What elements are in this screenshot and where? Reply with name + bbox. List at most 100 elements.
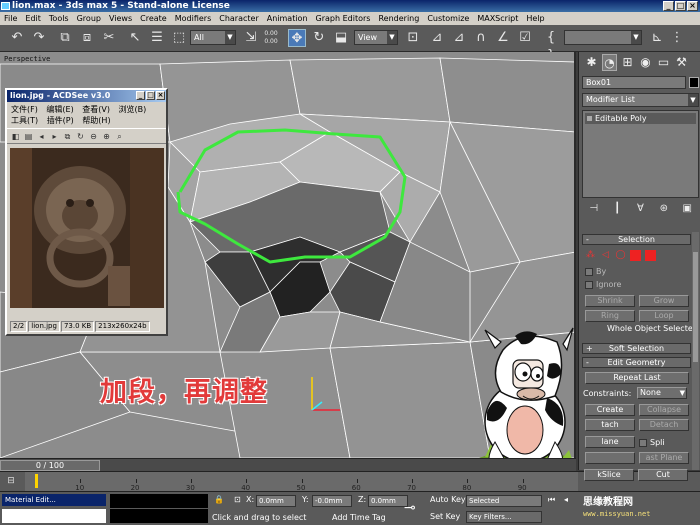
- object-name-field[interactable]: Box01: [582, 76, 686, 89]
- repeat-last-button[interactable]: Repeat Last: [585, 372, 689, 384]
- acdsee-menu-browse[interactable]: 浏览(B): [119, 105, 147, 114]
- selection-filter-dropdown[interactable]: All ▼: [190, 30, 236, 45]
- minimize-button[interactable]: _: [663, 1, 674, 11]
- menu-tools[interactable]: Tools: [49, 14, 69, 23]
- attach-button[interactable]: tach: [585, 419, 635, 431]
- acdsee-menu-edit[interactable]: 编辑(E): [46, 105, 73, 114]
- make-unique-icon[interactable]: ∀: [633, 202, 647, 216]
- y-coordinate-field[interactable]: -0.0mm: [312, 495, 352, 507]
- display-tab-icon[interactable]: ▭: [656, 54, 671, 71]
- mirror-icon[interactable]: ⊿: [428, 29, 446, 47]
- maxscript-listener-field[interactable]: [2, 509, 106, 523]
- array-icon[interactable]: ⋮: [668, 29, 686, 47]
- menu-maxscript[interactable]: MAXScript: [477, 14, 518, 23]
- create-tab-icon[interactable]: ✱: [584, 54, 599, 71]
- reference-coordinate-dropdown[interactable]: View ▼: [354, 30, 398, 45]
- time-slider-thumb[interactable]: 0 / 100: [0, 460, 100, 471]
- select-move-icon[interactable]: ✥: [288, 29, 306, 47]
- unlink-icon[interactable]: ⧈: [78, 29, 96, 47]
- menu-modifiers[interactable]: Modifiers: [175, 14, 212, 23]
- acdsee-title-bar[interactable]: lion.jpg - ACDSee v3.0 _ □ ×: [7, 90, 166, 102]
- menu-animation[interactable]: Animation: [267, 14, 308, 23]
- select-rotate-icon[interactable]: ↻: [310, 29, 328, 47]
- modify-tab-icon[interactable]: ◔: [602, 54, 617, 71]
- collapse-button[interactable]: Collapse: [639, 404, 689, 416]
- acdsee-minimize-button[interactable]: _: [136, 91, 145, 100]
- previous-frame-icon[interactable]: ◂: [564, 495, 568, 504]
- polygon-icon[interactable]: [630, 250, 641, 261]
- acdsee-menu-view[interactable]: 查看(V): [82, 105, 110, 114]
- maximize-button[interactable]: □: [675, 1, 686, 11]
- acdsee-menu-help[interactable]: 帮助(H): [82, 116, 110, 125]
- browse-icon[interactable]: ◧: [10, 131, 21, 142]
- mirror-tool-icon[interactable]: ⊾: [648, 29, 666, 47]
- object-color-swatch[interactable]: [689, 77, 699, 88]
- close-button[interactable]: ×: [687, 1, 698, 11]
- quickslice-button[interactable]: kSlice: [584, 469, 634, 481]
- grow-button[interactable]: Grow: [639, 295, 689, 307]
- select-object-icon[interactable]: ↖: [126, 29, 144, 47]
- zoom-out-icon[interactable]: ⊖: [88, 131, 99, 142]
- x-coordinate-field[interactable]: 0.0mm: [256, 495, 296, 507]
- pivot-center-icon[interactable]: ⊡: [404, 29, 422, 47]
- refresh-icon[interactable]: ↻: [75, 131, 86, 142]
- acdsee-menu-file[interactable]: 文件(F): [11, 105, 38, 114]
- element-icon[interactable]: [645, 250, 656, 261]
- menu-graph-editors[interactable]: Graph Editors: [316, 14, 371, 23]
- select-scale-icon[interactable]: ⬓: [332, 29, 350, 47]
- create-button[interactable]: Create: [585, 404, 635, 416]
- acdsee-menu-plugins[interactable]: 插件(P): [47, 116, 74, 125]
- border-icon[interactable]: ◯: [615, 250, 626, 261]
- acdsee-close-button[interactable]: ×: [156, 91, 165, 100]
- z-coordinate-field[interactable]: 0.0mm: [368, 495, 408, 507]
- named-selection-icon[interactable]: { }: [542, 29, 560, 63]
- menu-file[interactable]: File: [4, 14, 17, 23]
- spinner-snap-readout[interactable]: 0.00 0.00: [262, 30, 280, 48]
- vertex-icon[interactable]: ⁂: [585, 250, 596, 261]
- loop-button[interactable]: Loop: [639, 310, 689, 322]
- soft-selection-rollout-header[interactable]: + Soft Selection: [582, 343, 691, 354]
- acdsee-menu-tools[interactable]: 工具(T): [11, 116, 38, 125]
- percent-snap-icon[interactable]: ☑: [516, 29, 534, 47]
- menu-character[interactable]: Character: [219, 14, 259, 23]
- undo-icon[interactable]: ↶: [8, 29, 26, 47]
- command-panel-scrollbar[interactable]: [692, 232, 699, 470]
- menu-customize[interactable]: Customize: [427, 14, 469, 23]
- acdsee-maximize-button[interactable]: □: [146, 91, 155, 100]
- stack-item-editable-poly[interactable]: Editable Poly: [585, 113, 696, 124]
- modifier-list-dropdown[interactable]: Modifier List ▼: [582, 93, 699, 107]
- menu-views[interactable]: Views: [109, 14, 132, 23]
- add-time-tag-button[interactable]: Add Time Tag: [332, 513, 386, 522]
- selection-rollout-header[interactable]: - Selection: [582, 234, 691, 245]
- ignore-backfacing-checkbox[interactable]: Ignore: [585, 280, 621, 289]
- redo-icon[interactable]: ↷: [30, 29, 48, 47]
- by-vertex-checkbox[interactable]: By: [585, 267, 606, 276]
- select-move-icon[interactable]: ⇲: [242, 29, 260, 47]
- motion-tab-icon[interactable]: ◉: [638, 54, 653, 71]
- slice-plane-button[interactable]: lane: [585, 436, 635, 448]
- named-selection-sets-dropdown[interactable]: ▼: [564, 30, 642, 45]
- cut-button[interactable]: Cut: [638, 469, 688, 481]
- zoom-fit-icon[interactable]: ⌕: [114, 131, 125, 142]
- align-icon[interactable]: ⊿: [450, 29, 468, 47]
- menu-create[interactable]: Create: [140, 14, 167, 23]
- edge-icon[interactable]: ◁: [600, 250, 611, 261]
- snap-icon[interactable]: ∩: [472, 29, 490, 47]
- viewport-label[interactable]: Perspective: [4, 55, 50, 63]
- menu-group[interactable]: Group: [77, 14, 101, 23]
- shrink-button[interactable]: Shrink: [585, 295, 635, 307]
- time-slider[interactable]: 0 / 100: [0, 458, 576, 471]
- key-filters-button[interactable]: Key Filters...: [466, 511, 542, 523]
- show-end-result-icon[interactable]: ┃: [610, 202, 624, 216]
- split-checkbox[interactable]: Spli: [639, 438, 665, 447]
- copy-icon[interactable]: ⧉: [62, 131, 73, 142]
- region-select-icon[interactable]: ⬚: [170, 29, 188, 47]
- angle-snap-icon[interactable]: ∠: [494, 29, 512, 47]
- go-to-start-icon[interactable]: ⏮: [548, 495, 555, 505]
- ring-button[interactable]: Ring: [585, 310, 635, 322]
- edit-geometry-rollout-header[interactable]: - Edit Geometry: [582, 357, 691, 368]
- zoom-in-icon[interactable]: ⊕: [101, 131, 112, 142]
- select-by-name-icon[interactable]: ☰: [148, 29, 166, 47]
- link-icon[interactable]: ⧉: [56, 29, 74, 47]
- menu-help[interactable]: Help: [526, 14, 544, 23]
